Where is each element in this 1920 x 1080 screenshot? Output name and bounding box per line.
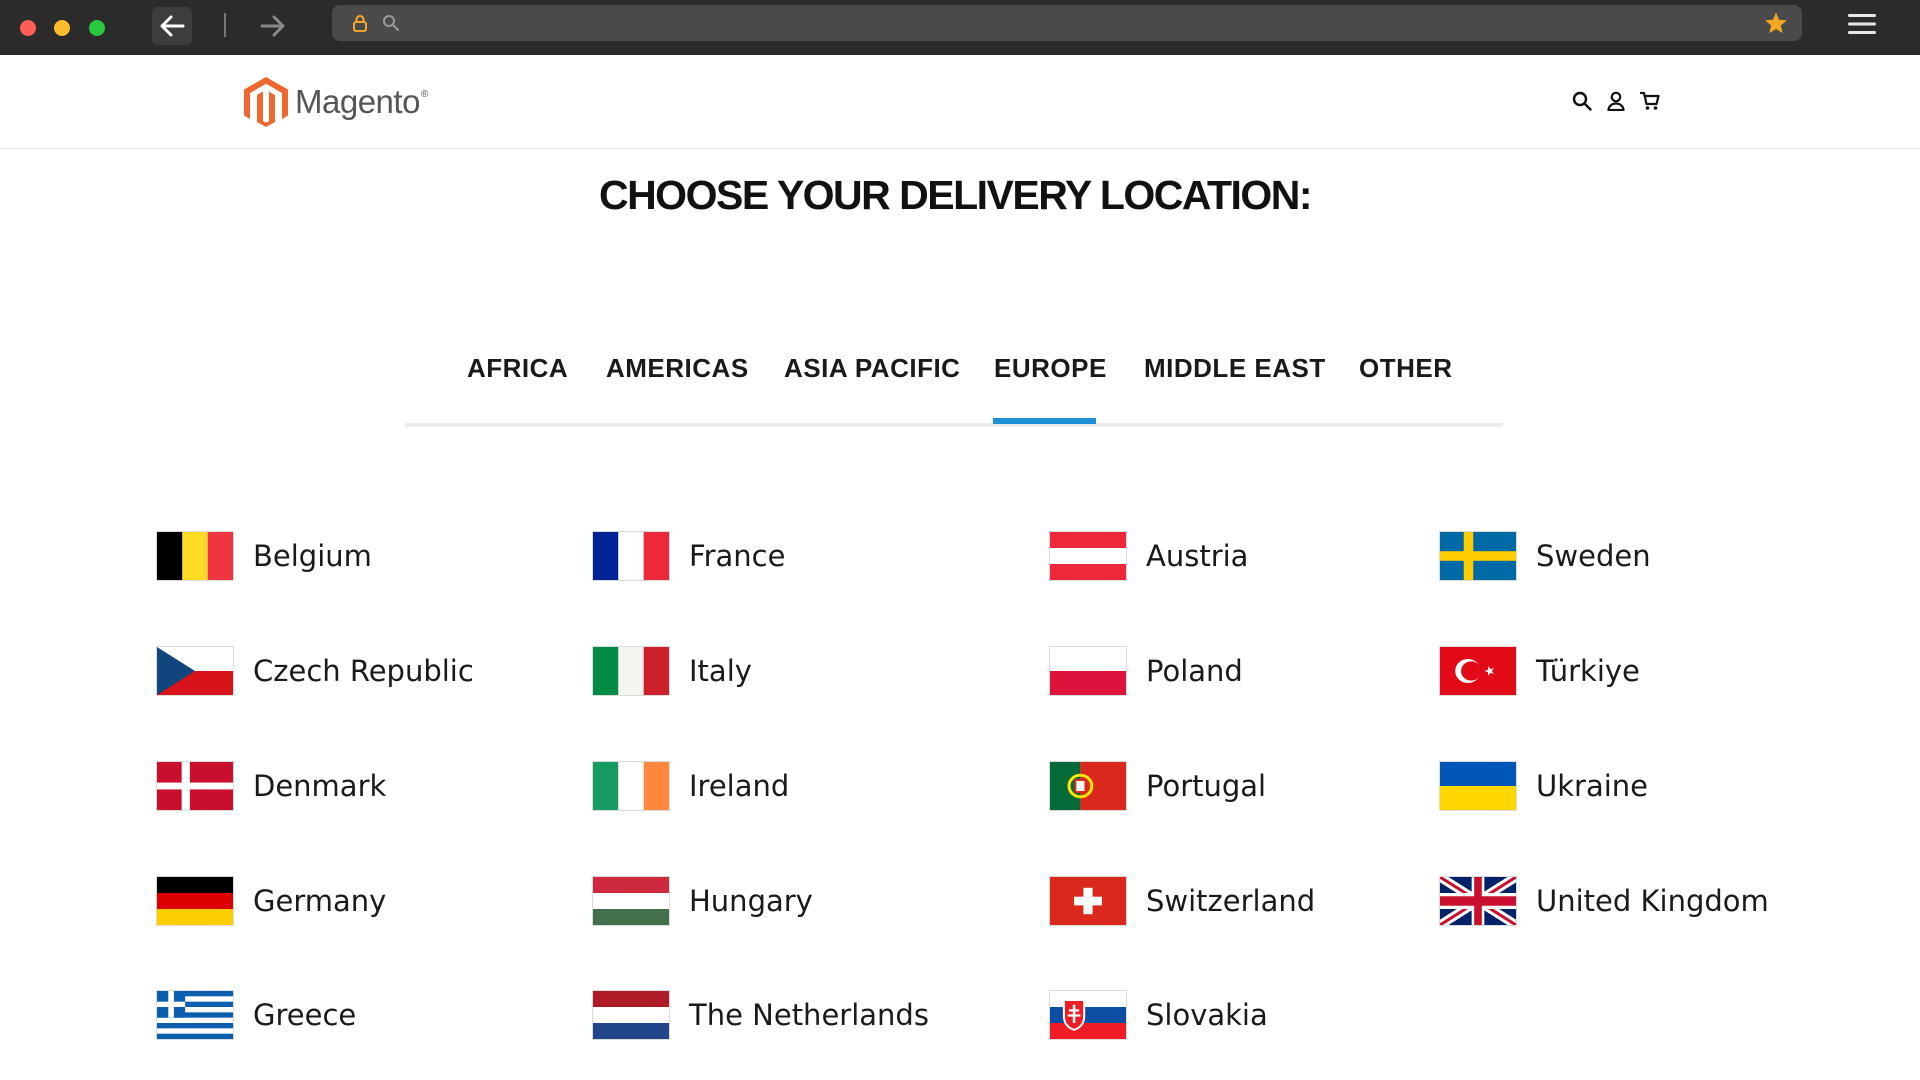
country-sweden[interactable]: Sweden [1440,531,1651,581]
sweden-flag-icon [1440,532,1516,580]
slovakia-flag-icon [1050,991,1126,1039]
magento-logo[interactable]: Magento® [243,76,428,128]
tab-middle-east[interactable]: MIDDLE EAST [1144,353,1326,384]
country-name: The Netherlands [689,998,929,1032]
tab-asia-pacific[interactable]: ASIA PACIFIC [784,353,960,384]
nav-separator [224,13,226,37]
greece-flag-icon [157,991,233,1039]
minimize-window-button[interactable] [54,20,70,36]
close-window-button[interactable] [20,20,36,36]
country-name: Türkiye [1536,654,1640,688]
logo-text: Magento [295,83,420,120]
country-slovakia[interactable]: Slovakia [1050,990,1268,1040]
country-name: Slovakia [1146,998,1268,1032]
country-united-kingdom[interactable]: United Kingdom [1440,876,1769,926]
country-austria[interactable]: Austria [1050,531,1248,581]
country-czech-republic[interactable]: Czech Republic [157,646,474,696]
hamburger-icon[interactable] [1848,12,1876,40]
germany-flag-icon [157,877,233,925]
search-icon [382,14,400,36]
back-button[interactable] [152,7,192,45]
site-header: Magento® [0,55,1920,149]
country-greece[interactable]: Greece [157,990,356,1040]
country-ireland[interactable]: Ireland [593,761,789,811]
country-the-netherlands[interactable]: The Netherlands [593,990,929,1040]
country-ukraine[interactable]: Ukraine [1440,761,1648,811]
country-denmark[interactable]: Denmark [157,761,386,811]
country-italy[interactable]: Italy [593,646,752,696]
lock-icon [352,14,368,36]
header-actions [1572,91,1660,112]
country-poland[interactable]: Poland [1050,646,1243,696]
tab-other[interactable]: OTHER [1359,353,1453,384]
cart-icon[interactable] [1639,91,1660,111]
country-name: Sweden [1536,539,1651,573]
region-tabs: AFRICA AMERICAS ASIA PACIFIC EUROPE MIDD… [405,340,1503,427]
tab-africa[interactable]: AFRICA [467,353,568,384]
denmark-flag-icon [157,762,233,810]
ireland-flag-icon [593,762,669,810]
country-name: Ukraine [1536,769,1648,803]
italy-flag-icon [593,647,669,695]
turkey-flag-icon [1440,647,1516,695]
country-name: Greece [253,998,357,1032]
country-name: Portugal [1146,769,1267,803]
maximize-window-button[interactable] [89,20,105,36]
star-icon[interactable] [1764,11,1788,39]
poland-flag-icon [1050,647,1126,695]
user-icon[interactable] [1606,91,1626,112]
tab-americas[interactable]: AMERICAS [606,353,749,384]
country-portugal[interactable]: Portugal [1050,761,1266,811]
registered-mark: ® [420,89,428,100]
country-switzerland[interactable]: Switzerland [1050,876,1315,926]
arrow-right-icon [260,15,285,37]
portugal-flag-icon [1050,762,1126,810]
magento-logo-icon [244,77,288,127]
country-name: United Kingdom [1536,884,1769,918]
country-name: Belgium [253,539,372,573]
ukraine-flag-icon [1440,762,1516,810]
country-name: Austria [1146,539,1249,573]
country-name: Ireland [689,769,790,803]
austria-flag-icon [1050,532,1126,580]
belgium-flag-icon [157,532,233,580]
page-title: CHOOSE YOUR DELIVERY LOCATION: [598,172,1313,218]
country-name: Czech Republic [253,654,474,688]
forward-button[interactable] [253,7,293,45]
country-name: Denmark [253,769,387,803]
country-turkiye[interactable]: Türkiye [1440,646,1640,696]
country-name: Poland [1146,654,1243,688]
switzerland-flag-icon [1050,877,1126,925]
country-germany[interactable]: Germany [157,876,386,926]
address-bar[interactable] [332,5,1802,41]
browser-chrome [0,0,1920,55]
uk-flag-icon [1440,877,1516,925]
country-name: Italy [689,654,752,688]
country-hungary[interactable]: Hungary [593,876,813,926]
country-belgium[interactable]: Belgium [157,531,372,581]
country-name: France [689,539,786,573]
arrow-left-icon [160,15,185,37]
czech-flag-icon [157,647,233,695]
country-france[interactable]: France [593,531,785,581]
active-tab-indicator [993,418,1096,424]
country-name: Hungary [689,884,813,918]
tab-europe[interactable]: EUROPE [994,353,1107,384]
france-flag-icon [593,532,669,580]
search-icon[interactable] [1572,91,1592,111]
hungary-flag-icon [593,877,669,925]
netherlands-flag-icon [593,991,669,1039]
country-name: Germany [253,884,387,918]
country-name: Switzerland [1146,884,1316,918]
